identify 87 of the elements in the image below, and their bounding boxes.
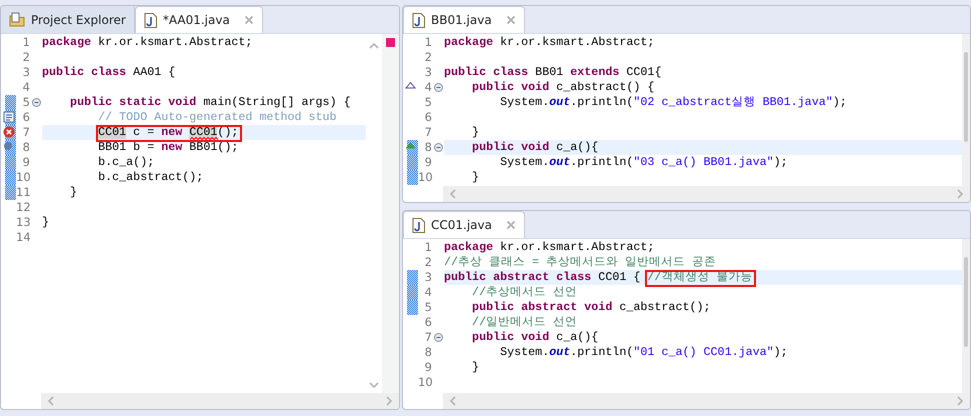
code-line: package kr.or.ksmart.Abstract; [444, 240, 656, 255]
code-line: //일반메서드 선언 [471, 315, 578, 330]
line-number: 4 [424, 285, 432, 299]
line-number: 8 [22, 140, 30, 154]
line-number: 6 [424, 110, 432, 124]
code-line: System.out.println("03 c_a() BB01.java"); [499, 155, 789, 170]
code-line: //추상 클래스 = 추상메서드와 일반메서드 공존 [444, 255, 718, 270]
line-number: 10 [418, 375, 433, 389]
scroll-left-icon[interactable] [47, 396, 54, 406]
code-line: public class BB01 extends CC01{ [444, 65, 662, 80]
code-line: public abstract class CC01 { //객체생성 불가능 [444, 270, 754, 285]
code-line: public abstract void c_abstract(); [471, 300, 712, 315]
line-number: 7 [424, 125, 432, 139]
code-line: public static void main(String[] args) { [69, 95, 352, 110]
collapse-icon[interactable] [32, 98, 40, 107]
line-number: 7 [424, 330, 432, 344]
code-line: public void c_a(){ [471, 330, 600, 345]
line-number: 5 [424, 300, 432, 314]
line-number: 10 [16, 170, 31, 184]
line-number: 2 [424, 50, 432, 64]
scroll-up-icon[interactable] [369, 42, 379, 49]
scroll-left-icon[interactable] [449, 189, 456, 199]
code-line: public void c_abstract() { [471, 80, 656, 95]
code-line: public class AA01 { [42, 65, 176, 80]
line-number: 2 [22, 50, 30, 64]
collapse-icon[interactable] [434, 143, 442, 152]
line-number: 11 [16, 185, 31, 199]
line-number: 9 [22, 155, 30, 169]
line-number: 4 [22, 80, 30, 94]
code-line: package kr.or.ksmart.Abstract; [42, 35, 254, 50]
java-file-icon [412, 218, 425, 232]
line-number: 13 [16, 215, 31, 229]
line-number: 9 [424, 360, 432, 374]
line-number: 1 [22, 35, 30, 49]
code-line: b.c_abstract(); [97, 170, 204, 185]
line-number: 1 [424, 240, 432, 254]
code-line: //추상메서드 선언 [471, 285, 578, 300]
scroll-thumb[interactable] [964, 52, 968, 142]
code-line: } [69, 185, 78, 200]
scroll-right-icon[interactable] [386, 396, 393, 406]
close-icon[interactable] [244, 15, 254, 25]
line-number: 8 [424, 345, 432, 359]
line-number: 9 [424, 155, 432, 169]
line-number: 5 [424, 95, 432, 109]
line-number: 3 [22, 65, 30, 79]
editor-tab[interactable]: Project Explorer [1, 6, 135, 33]
close-icon[interactable] [506, 15, 516, 25]
line-number: 6 [424, 315, 432, 329]
scroll-down-icon[interactable] [369, 382, 379, 389]
code-line: BB01 b = new BB01(); [97, 140, 240, 155]
code-line: System.out.println("02 c_abstract실행 BB01.java"); [499, 95, 848, 110]
line-number: 1 [424, 35, 432, 49]
line-number: 12 [16, 200, 31, 214]
java-file-icon [412, 12, 425, 28]
line-number: 10 [418, 170, 433, 184]
java-file-icon [144, 12, 157, 28]
line-number: 8 [424, 140, 432, 154]
line-number: 2 [424, 255, 432, 269]
code-line: public void c_a(){ [471, 140, 600, 155]
scroll-left-icon[interactable] [449, 396, 456, 406]
code-line: package kr.or.ksmart.Abstract; [444, 35, 656, 50]
line-number: 5 [22, 95, 30, 109]
line-number: 14 [16, 230, 31, 244]
editor-tab[interactable]: BB01.java [403, 6, 525, 33]
error-underline [190, 137, 218, 140]
line-number: 4 [424, 80, 432, 94]
scroll-thumb[interactable] [964, 257, 968, 347]
editor-tab[interactable]: *AA01.java [134, 6, 263, 33]
code-line: } [471, 360, 480, 375]
scroll-right-icon[interactable] [957, 396, 964, 406]
line-number: 3 [424, 65, 432, 79]
close-icon[interactable] [506, 220, 516, 230]
code-line: CC01 c = new CC01(); [97, 125, 240, 140]
collapse-icon[interactable] [434, 333, 442, 342]
scroll-right-icon[interactable] [957, 189, 964, 199]
line-number: 6 [22, 110, 30, 124]
folder-icon [9, 12, 25, 27]
line-number: 3 [424, 270, 432, 284]
code-line: } [471, 125, 480, 140]
code-line: b.c_a(); [97, 155, 156, 170]
collapse-icon[interactable] [434, 83, 442, 92]
code-line: System.out.println("01 c_a() CC01.java"); [499, 345, 789, 360]
code-line: // TODO Auto-generated method stub [97, 110, 338, 125]
editor-tab[interactable]: CC01.java [403, 211, 525, 238]
line-number: 7 [22, 125, 30, 139]
code-line: } [471, 170, 480, 185]
code-line: } [42, 215, 50, 230]
